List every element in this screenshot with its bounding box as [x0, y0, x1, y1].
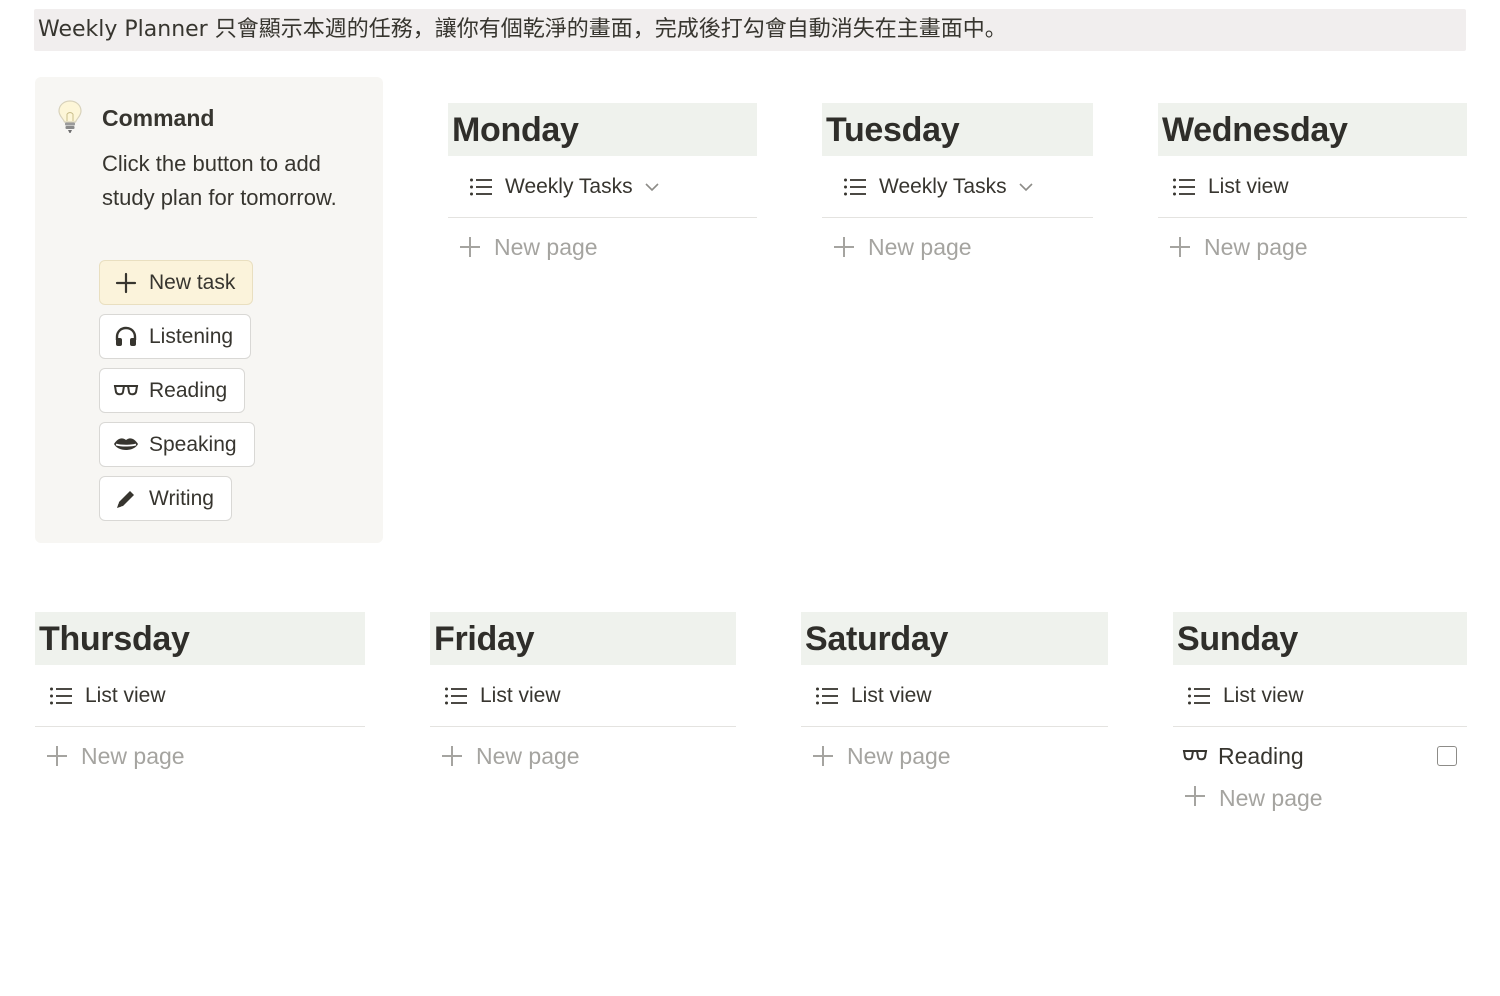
view-label: List view: [1223, 683, 1304, 707]
new-page-button[interactable]: New page: [822, 218, 1093, 276]
day-heading: Monday: [448, 103, 757, 156]
day-column-saturday: Saturday List view New page: [801, 612, 1108, 785]
plus-icon: [834, 237, 854, 257]
view-label: List view: [1208, 174, 1289, 198]
plus-icon: [1170, 237, 1190, 257]
day-heading: Tuesday: [822, 103, 1093, 156]
day-heading: Thursday: [35, 612, 365, 665]
callout-title: Command: [102, 105, 215, 131]
day-column-thursday: Thursday List view New page: [35, 612, 365, 785]
button-label: Writing: [149, 486, 214, 510]
list-icon: [1173, 178, 1195, 195]
pencil-icon: [113, 486, 139, 512]
new-page-label: New page: [81, 742, 185, 769]
new-page-label: New page: [494, 233, 598, 260]
item-title: Reading: [1218, 742, 1304, 769]
new-page-label: New page: [868, 233, 972, 260]
view-label: Weekly Tasks: [879, 174, 1007, 198]
view-label: List view: [85, 683, 166, 707]
button-label: Listening: [149, 324, 234, 348]
view-label: List view: [851, 683, 932, 707]
info-banner: Weekly Planner 只會顯示本週的任務，讓你有個乾淨的畫面，完成後打勾…: [34, 9, 1466, 51]
day-column-friday: Friday List view New page: [430, 612, 736, 785]
new-page-button[interactable]: New page: [35, 727, 365, 785]
plus-icon: [113, 270, 139, 296]
glasses-icon: [1182, 750, 1208, 761]
view-selector[interactable]: Weekly Tasks: [822, 156, 1093, 218]
new-task-button[interactable]: New task: [99, 260, 254, 305]
view-selector[interactable]: List view: [801, 665, 1108, 727]
new-page-button[interactable]: New page: [448, 218, 757, 276]
list-icon: [1188, 687, 1210, 704]
lips-icon: [113, 432, 139, 458]
view-label: Weekly Tasks: [505, 174, 633, 198]
new-page-label: New page: [476, 742, 580, 769]
button-label: Speaking: [149, 432, 237, 456]
view-selector[interactable]: Weekly Tasks: [448, 156, 757, 218]
day-heading: Wednesday: [1158, 103, 1467, 156]
speaking-button[interactable]: Speaking: [99, 422, 255, 467]
list-icon: [445, 687, 467, 704]
list-icon: [816, 687, 838, 704]
reading-button[interactable]: Reading: [99, 368, 246, 413]
view-label: List view: [480, 683, 561, 707]
plus-icon: [47, 746, 67, 766]
list-icon: [844, 178, 866, 195]
glasses-icon: [113, 378, 139, 404]
day-column-monday: Monday Weekly Tasks New page: [448, 103, 757, 276]
new-page-button[interactable]: New page: [430, 727, 736, 785]
view-selector[interactable]: List view: [430, 665, 736, 727]
button-label: New task: [149, 270, 236, 294]
day-column-tuesday: Tuesday Weekly Tasks New page: [822, 103, 1093, 276]
chevron-down-icon: [1019, 182, 1033, 191]
list-icon: [50, 687, 72, 704]
day-heading: Friday: [430, 612, 736, 665]
done-checkbox[interactable]: [1437, 746, 1457, 766]
plus-icon: [460, 237, 480, 257]
new-page-button[interactable]: New page: [1158, 218, 1467, 276]
listening-button[interactable]: Listening: [99, 314, 252, 359]
callout-description: Click the button to add study plan for t…: [102, 151, 337, 210]
view-selector[interactable]: List view: [1173, 665, 1467, 727]
plus-icon: [442, 746, 462, 766]
new-page-button[interactable]: New page: [1173, 785, 1467, 817]
command-callout: Command Click the button to add study pl…: [35, 77, 383, 543]
day-column-wednesday: Wednesday List view New page: [1158, 103, 1467, 276]
writing-button[interactable]: Writing: [99, 476, 232, 521]
headphones-icon: [113, 324, 139, 350]
chevron-down-icon: [645, 182, 659, 191]
plus-icon: [1185, 786, 1205, 806]
button-label: Reading: [149, 378, 228, 402]
lightbulb-icon: [58, 100, 82, 133]
new-page-label: New page: [1204, 233, 1308, 260]
new-page-label: New page: [1219, 785, 1323, 811]
list-item[interactable]: Reading: [1173, 727, 1467, 785]
day-heading: Sunday: [1173, 612, 1467, 665]
new-page-label: New page: [847, 742, 951, 769]
new-page-button[interactable]: New page: [801, 727, 1108, 785]
day-column-sunday: Sunday List view Reading New page: [1173, 612, 1467, 817]
view-selector[interactable]: List view: [35, 665, 365, 727]
list-icon: [470, 178, 492, 195]
plus-icon: [813, 746, 833, 766]
day-heading: Saturday: [801, 612, 1108, 665]
view-selector[interactable]: List view: [1158, 156, 1467, 218]
